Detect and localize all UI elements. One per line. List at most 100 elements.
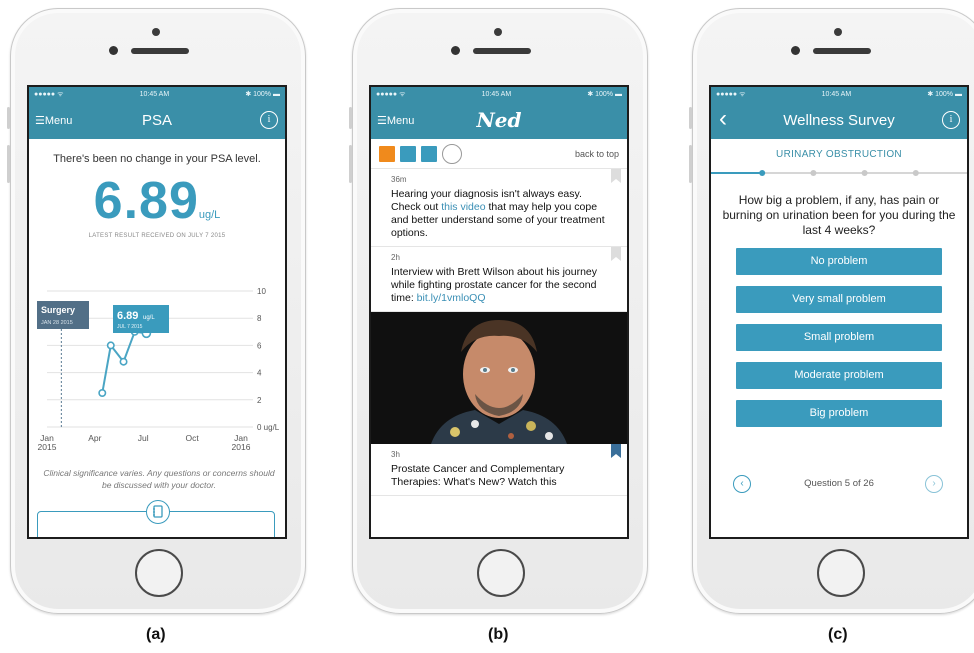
survey-category: URINARY OBSTRUCTION — [776, 149, 902, 160]
speaker — [131, 48, 189, 54]
post-time: 36m — [391, 175, 407, 184]
post-link[interactable]: this video — [441, 201, 485, 213]
screen-feed: ●●●●● ᯤ 10:45 AM ✱ 100% ▬ ☰Menu Ned back… — [369, 85, 629, 539]
clock: 10:45 AM — [139, 90, 170, 98]
filter-all-icon[interactable] — [379, 145, 395, 162]
post-text: Hearing your diagnosis isn't always easy… — [391, 188, 605, 240]
latest-tooltip-date: JUL 7 2015 — [117, 324, 143, 330]
surgery-label: Surgery — [41, 305, 75, 315]
side-button — [689, 145, 692, 183]
nav-bar: ☰Menu PSA i — [29, 101, 285, 139]
post-text: Prostate Cancer and Complementary Therap… — [391, 463, 565, 488]
post-link[interactable]: bit.ly/1vmloQQ — [417, 292, 486, 304]
progress-step — [759, 170, 766, 176]
speaker — [813, 48, 871, 54]
data-point[interactable] — [106, 341, 115, 350]
progress-step — [810, 170, 817, 176]
nav-bar: ‹ Wellness Survey i — [711, 101, 967, 139]
caption-b: (b) — [488, 626, 509, 643]
camera — [152, 28, 160, 36]
home-button[interactable] — [135, 549, 183, 597]
psa-unit: ug/L — [198, 209, 221, 221]
carrier-signal: ●●●●● ᯤ — [716, 90, 746, 98]
survey-progress — [711, 170, 967, 176]
data-point[interactable] — [119, 357, 128, 366]
caption-c: (c) — [828, 626, 848, 643]
answer-option-small-problem[interactable]: Small problem — [736, 324, 942, 351]
bookmark-icon[interactable] — [611, 169, 621, 183]
y-tick-label: 6 — [257, 341, 262, 350]
answer-option-big-problem[interactable]: Big problem — [736, 400, 942, 427]
psa-status-message: There's been no change in your PSA level… — [53, 153, 261, 165]
next-question-icon[interactable]: › — [925, 475, 943, 493]
data-point[interactable] — [98, 389, 107, 398]
clock: 10:45 AM — [481, 90, 512, 98]
battery-indicator: ✱ 100% ▬ — [245, 91, 280, 98]
latest-tooltip[interactable]: 6.89 ug/L JUL 7 2015 — [113, 305, 169, 333]
camera — [834, 28, 842, 36]
menu-button[interactable]: ☰Menu — [35, 114, 72, 127]
side-button — [7, 145, 10, 183]
phone-frame-a: ●●●●● ᯤ 10:45 AM ✱ 100% ▬ ☰Menu PSA i Th… — [7, 8, 306, 614]
side-button — [689, 107, 692, 129]
post-time: 3h — [391, 450, 400, 459]
surgery-tooltip[interactable]: Surgery JAN 28 2015 — [37, 301, 89, 329]
status-bar: ●●●●● ᯤ 10:45 AM ✱ 100% ▬ — [29, 87, 285, 101]
front-sensor — [109, 46, 118, 55]
status-bar: ●●●●● ᯤ 10:45 AM ✱ 100% ▬ — [711, 87, 967, 101]
y-tick-label: 0 ug/L — [257, 423, 280, 432]
home-button[interactable] — [817, 549, 865, 597]
x-tick-label: Jul — [138, 433, 149, 443]
surgery-date: JAN 28 2015 — [41, 320, 73, 326]
progress-step — [861, 170, 868, 176]
filter-drop-icon[interactable] — [421, 145, 437, 162]
x-tick-label: Oct — [185, 433, 199, 443]
back-to-top-link[interactable]: back to top — [575, 149, 619, 159]
bookmarks-filter-icon[interactable] — [442, 143, 462, 164]
x-tick-label: Apr — [88, 433, 101, 443]
clinical-note: Clinical significance varies. Any questi… — [43, 468, 275, 490]
answer-option-no-problem[interactable]: No problem — [736, 248, 942, 275]
side-button — [349, 107, 352, 129]
y-tick-label: 10 — [257, 287, 266, 296]
y-tick-label: 2 — [257, 396, 262, 405]
back-chevron-icon[interactable]: ‹ — [719, 105, 727, 133]
battery-indicator: ✱ 100% ▬ — [587, 91, 622, 98]
feed-post[interactable]: 3h Prostate Cancer and Complementary The… — [371, 444, 627, 496]
nav-bar: ☰Menu Ned — [371, 101, 627, 139]
post-time: 2h — [391, 253, 400, 262]
filter-calculator-icon[interactable] — [400, 145, 416, 162]
psa-chart[interactable]: 0 ug/L246810Jan2015Apr Jul Oct Jan2016 Surg… — [29, 277, 285, 457]
answer-option-moderate-problem[interactable]: Moderate problem — [736, 362, 942, 389]
info-icon[interactable]: i — [260, 111, 278, 129]
side-button — [349, 145, 352, 183]
home-button[interactable] — [477, 549, 525, 597]
psa-value: 6.89ug/L — [29, 171, 285, 231]
page-title: Wellness Survey — [783, 111, 895, 129]
bookmark-icon-active[interactable] — [611, 444, 621, 458]
latest-tooltip-unit: ug/L — [143, 315, 155, 321]
x-tick-label: 2015 — [38, 442, 57, 452]
camera — [494, 28, 502, 36]
answer-option-very-small-problem[interactable]: Very small problem — [736, 286, 942, 313]
feed-post[interactable]: 2h Interview with Brett Wilson about his… — [371, 247, 627, 312]
x-tick-label: 2016 — [232, 442, 251, 452]
feed-toolbar: back to top — [371, 139, 627, 169]
phone-frame-c: ●●●●● ᯤ 10:45 AM ✱ 100% ▬ ‹ Wellness Sur… — [689, 8, 974, 614]
carrier-signal: ●●●●● ᯤ — [34, 90, 64, 98]
notebook-icon[interactable] — [146, 500, 170, 524]
bookmark-icon[interactable] — [611, 247, 621, 261]
menu-button[interactable]: ☰Menu — [377, 114, 414, 127]
y-tick-label: 4 — [257, 369, 262, 378]
post-text: Interview with Brett Wilson about his jo… — [391, 266, 605, 305]
brett-wilson-photo[interactable] — [371, 312, 627, 444]
front-sensor — [451, 46, 460, 55]
feed-post[interactable]: 36m Hearing your diagnosis isn't always … — [371, 169, 627, 247]
journal-card[interactable] — [37, 500, 275, 537]
info-icon[interactable]: i — [942, 111, 960, 129]
front-sensor — [791, 46, 800, 55]
battery-indicator: ✱ 100% ▬ — [927, 91, 962, 98]
progress-step — [912, 170, 919, 176]
latest-tooltip-value: 6.89 — [117, 310, 138, 322]
y-tick-label: 8 — [257, 314, 262, 323]
